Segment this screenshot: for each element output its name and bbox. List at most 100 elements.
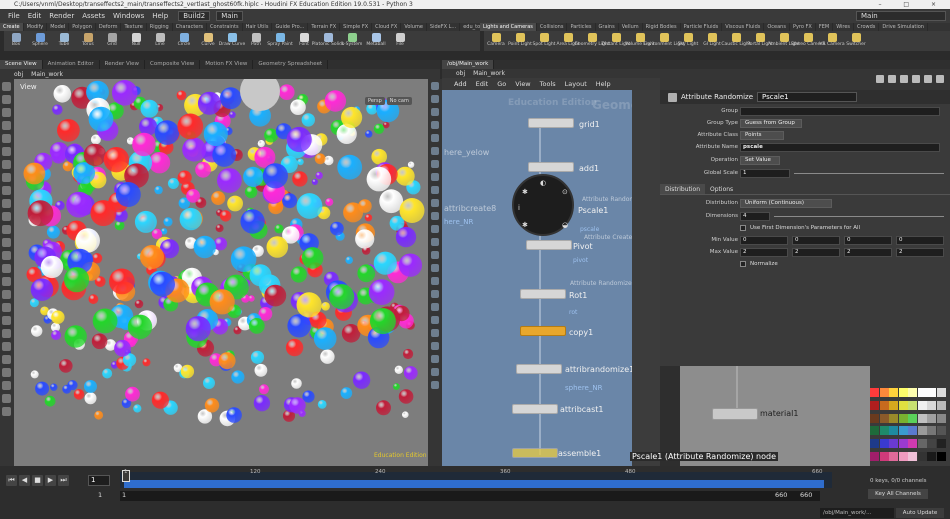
radial-menu[interactable]: ◐ ✱ i ✱ ⊙ ◒ — [512, 174, 574, 236]
viewer-tool-icon[interactable] — [2, 251, 11, 260]
tool-geometry-light[interactable]: Geometry Light — [574, 31, 610, 51]
menu-help[interactable]: Help — [148, 12, 172, 20]
path-crumb-main-work[interactable]: Main_work — [473, 70, 505, 77]
net-menu-help[interactable]: Help — [596, 80, 611, 88]
node-attribrandomize1[interactable] — [516, 364, 562, 374]
shelf-tab-wires[interactable]: Wires — [833, 23, 855, 31]
tool-camera[interactable]: Camera — [484, 31, 508, 51]
viewer-tool-icon[interactable] — [2, 394, 11, 403]
display-option-icon[interactable] — [431, 342, 439, 350]
context-select[interactable]: Main — [216, 11, 243, 21]
stop-icon[interactable]: ■ — [32, 475, 43, 486]
viewer-tool-icon[interactable] — [2, 134, 11, 143]
display-option-icon[interactable] — [431, 303, 439, 311]
shelf-tab-characters[interactable]: Characters — [173, 23, 208, 31]
shelf-tab-deform[interactable]: Deform — [96, 23, 122, 31]
display-option-icon[interactable] — [431, 212, 439, 220]
display-option-icon[interactable] — [431, 316, 439, 324]
shelf-tab-fem[interactable]: FEM — [816, 23, 834, 31]
path-crumb-obj[interactable]: obj — [14, 71, 23, 78]
tool-spot-light[interactable]: Spot Light — [532, 31, 556, 51]
color-swatch[interactable] — [870, 426, 879, 436]
color-swatch[interactable] — [870, 451, 879, 461]
color-swatch[interactable] — [936, 413, 946, 423]
color-swatch[interactable] — [917, 439, 927, 448]
tab-options[interactable]: Options — [705, 184, 738, 194]
auto-update-button[interactable]: Auto Update — [896, 508, 944, 518]
color-swatch[interactable] — [927, 426, 936, 436]
color-swatch[interactable] — [936, 439, 946, 448]
desktop-select[interactable]: Build2 — [178, 11, 211, 21]
tool-spray-paint[interactable]: Spray Paint — [267, 31, 293, 51]
tool-switcher[interactable]: Switcher — [844, 31, 868, 51]
tool-distant-light[interactable]: Distant Light — [602, 31, 630, 51]
color-swatch[interactable] — [927, 439, 936, 448]
path-crumb-obj[interactable]: obj — [456, 70, 465, 77]
display-option-icon[interactable] — [431, 225, 439, 233]
display-option-icon[interactable] — [431, 121, 439, 129]
lower-network-canvas[interactable]: material1 — [680, 366, 870, 466]
radial-top-icon[interactable]: ◐ — [540, 179, 546, 187]
color-swatch[interactable] — [879, 400, 889, 410]
param-toolbar-icon[interactable] — [876, 75, 884, 83]
display-option-icon[interactable] — [431, 160, 439, 168]
param-toolbar-icon[interactable] — [936, 75, 944, 83]
use-first-checkbox[interactable] — [740, 225, 746, 231]
display-option-icon[interactable] — [431, 134, 439, 142]
shelf-tab-guide-pro[interactable]: Guide Pro... — [272, 23, 309, 31]
display-option-icon[interactable] — [431, 264, 439, 272]
param-toolbar-icon[interactable] — [912, 75, 920, 83]
persp-button[interactable]: Persp — [365, 97, 385, 105]
shelf-tab-lights-and-cameras[interactable]: Lights and Cameras — [480, 23, 537, 31]
tool-line[interactable]: Line — [148, 31, 172, 51]
viewer-tool-icon[interactable] — [2, 199, 11, 208]
tab-motion-fx-view[interactable]: Motion FX View — [200, 60, 254, 69]
color-swatch[interactable] — [898, 388, 908, 397]
node-grid1[interactable] — [528, 118, 574, 128]
net-menu-tools[interactable]: Tools — [540, 80, 556, 88]
shelf-tab-viscous-fluids[interactable]: Viscous Fluids — [722, 23, 765, 31]
tool-torus[interactable]: Torus — [76, 31, 100, 51]
operation-select[interactable]: Set Value — [740, 156, 780, 165]
viewer-tool-icon[interactable] — [2, 121, 11, 130]
color-swatch[interactable] — [927, 400, 936, 410]
display-option-icon[interactable] — [431, 82, 439, 90]
color-swatch[interactable] — [870, 388, 879, 397]
tab-geometry-spreadsheet[interactable]: Geometry Spreadsheet — [253, 60, 329, 69]
color-swatch[interactable] — [898, 451, 908, 461]
tab-composite-view[interactable]: Composite View — [145, 60, 201, 69]
range-start2-field[interactable]: 1 — [122, 491, 126, 499]
radial-lower-right-icon[interactable]: ◒ — [562, 221, 568, 229]
color-swatch[interactable] — [908, 426, 917, 436]
color-swatch[interactable] — [879, 426, 889, 436]
color-swatch[interactable] — [898, 426, 908, 436]
viewer-tool-icon[interactable] — [2, 95, 11, 104]
shelf-tab-cloud-fx[interactable]: Cloud FX — [372, 23, 402, 31]
network-canvas[interactable]: Geometry Education Edition here_yelow at… — [442, 90, 632, 466]
tool-environment-light[interactable]: Environment Light — [643, 31, 685, 51]
color-swatch[interactable] — [927, 413, 936, 423]
menu-assets[interactable]: Assets — [78, 12, 109, 20]
color-swatch[interactable] — [889, 400, 898, 410]
color-swatch[interactable] — [936, 388, 946, 397]
radial-upper-right-icon[interactable]: ⊙ — [562, 188, 568, 196]
viewer-tool-icon[interactable] — [2, 381, 11, 390]
color-swatch[interactable] — [917, 400, 927, 410]
shelf-tab-pyro-fx[interactable]: Pyro FX — [790, 23, 816, 31]
node-material1[interactable] — [712, 408, 758, 420]
shelf-tab-sidefx-l[interactable]: SideFX L... — [427, 23, 461, 31]
max-input-1[interactable]: 2 — [740, 248, 788, 257]
display-option-icon[interactable] — [431, 238, 439, 246]
viewer-tool-icon[interactable] — [2, 186, 11, 195]
net-menu-view[interactable]: View — [515, 80, 530, 88]
shelf-tab-volume[interactable]: Volume — [401, 23, 427, 31]
node-copy1[interactable] — [520, 326, 566, 336]
display-option-icon[interactable] — [431, 381, 439, 389]
tool-platonic-solids[interactable]: Platonic Solids — [312, 31, 344, 51]
node-attribcast1[interactable] — [512, 404, 558, 414]
tool-stereo-camera[interactable]: Stereo Camera — [791, 31, 825, 51]
display-option-icon[interactable] — [431, 251, 439, 259]
viewer-tool-icon[interactable] — [2, 277, 11, 286]
tool-gi-light[interactable]: GI Light — [700, 31, 724, 51]
viewer-tool-icon[interactable] — [2, 225, 11, 234]
